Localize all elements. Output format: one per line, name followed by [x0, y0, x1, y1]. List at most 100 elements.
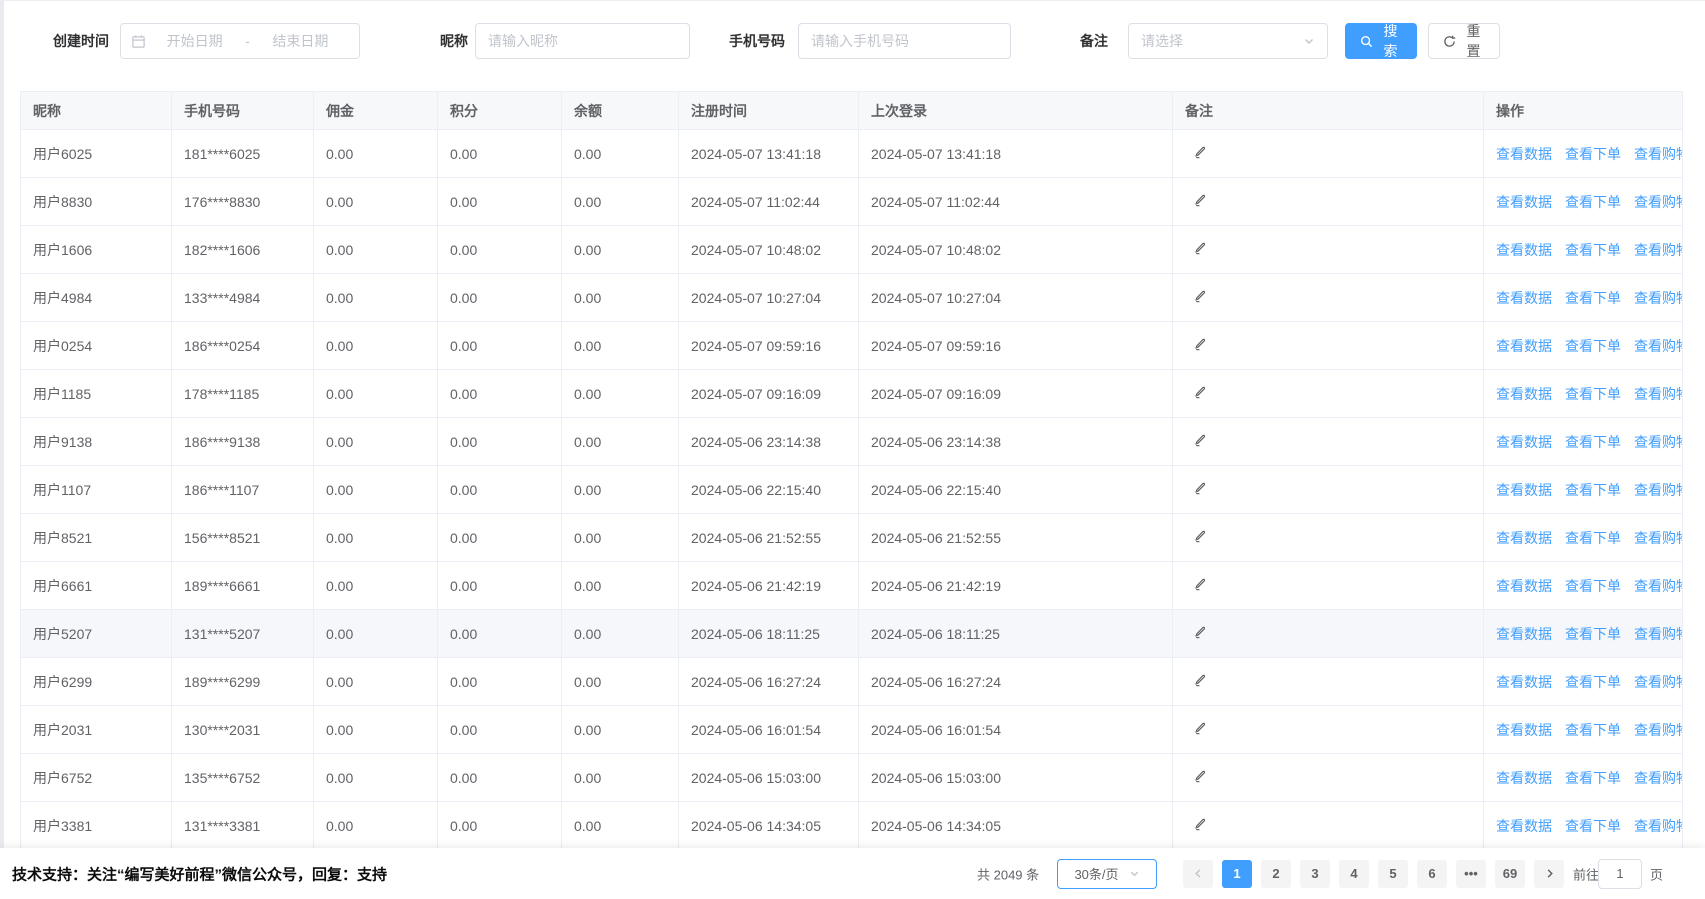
view-data-link[interactable]: 查看数据	[1496, 386, 1552, 402]
goto-page-input[interactable]	[1598, 859, 1642, 889]
left-scrollbar[interactable]	[0, 1, 4, 899]
remark-select[interactable]: 请选择	[1128, 23, 1328, 59]
page-button-1[interactable]: 1	[1222, 860, 1252, 888]
edit-remark-icon[interactable]	[1193, 529, 1207, 543]
page-button-2[interactable]: 2	[1261, 860, 1291, 888]
edit-remark-icon[interactable]	[1193, 193, 1207, 207]
view-order-link[interactable]: 查看下单	[1565, 674, 1621, 690]
view-order-link[interactable]: 查看下单	[1565, 722, 1621, 738]
view-cart-link[interactable]: 查看购物车	[1634, 722, 1683, 738]
edit-remark-icon[interactable]	[1193, 673, 1207, 687]
view-data-link[interactable]: 查看数据	[1496, 626, 1552, 642]
cell-phone: 131****5207	[172, 610, 314, 658]
view-data-link[interactable]: 查看数据	[1496, 530, 1552, 546]
page-button-69[interactable]: 69	[1495, 860, 1525, 888]
edit-remark-icon[interactable]	[1193, 481, 1207, 495]
view-cart-link[interactable]: 查看购物车	[1634, 530, 1683, 546]
view-cart-link[interactable]: 查看购物车	[1634, 386, 1683, 402]
view-data-link[interactable]: 查看数据	[1496, 578, 1552, 594]
view-order-link[interactable]: 查看下单	[1565, 290, 1621, 306]
cell-actions: 查看数据查看下单查看购物车	[1484, 802, 1683, 850]
view-cart-link[interactable]: 查看购物车	[1634, 482, 1683, 498]
view-data-link[interactable]: 查看数据	[1496, 338, 1552, 354]
column-header-actions: 操作	[1484, 92, 1683, 130]
page-size-select[interactable]: 30条/页	[1057, 859, 1157, 889]
view-order-link[interactable]: 查看下单	[1565, 578, 1621, 594]
cell-balance: 0.00	[562, 130, 679, 178]
search-button[interactable]: 搜索	[1345, 23, 1417, 59]
cell-nickname: 用户1185	[21, 370, 172, 418]
page-button-4[interactable]: 4	[1339, 860, 1369, 888]
cell-phone: 182****1606	[172, 226, 314, 274]
cell-phone: 131****3381	[172, 802, 314, 850]
view-order-link[interactable]: 查看下单	[1565, 818, 1621, 834]
column-header-last-login: 上次登录	[859, 92, 1173, 130]
cell-commission: 0.00	[314, 514, 438, 562]
cell-actions: 查看数据查看下单查看购物车	[1484, 418, 1683, 466]
cell-phone: 186****1107	[172, 466, 314, 514]
cell-remark	[1173, 130, 1484, 178]
table-header-row: 昵称 手机号码 佣金 积分 余额 注册时间 上次登录 备注 操作	[21, 92, 1683, 130]
edit-remark-icon[interactable]	[1193, 145, 1207, 159]
edit-remark-icon[interactable]	[1193, 289, 1207, 303]
edit-remark-icon[interactable]	[1193, 433, 1207, 447]
edit-remark-icon[interactable]	[1193, 337, 1207, 351]
cell-phone: 189****6661	[172, 562, 314, 610]
view-cart-link[interactable]: 查看购物车	[1634, 290, 1683, 306]
page-button-3[interactable]: 3	[1300, 860, 1330, 888]
phone-input[interactable]	[798, 23, 1011, 59]
view-order-link[interactable]: 查看下单	[1565, 770, 1621, 786]
view-data-link[interactable]: 查看数据	[1496, 482, 1552, 498]
view-cart-link[interactable]: 查看购物车	[1634, 578, 1683, 594]
view-data-link[interactable]: 查看数据	[1496, 290, 1552, 306]
cell-points: 0.00	[438, 466, 562, 514]
view-data-link[interactable]: 查看数据	[1496, 194, 1552, 210]
view-order-link[interactable]: 查看下单	[1565, 530, 1621, 546]
edit-remark-icon[interactable]	[1193, 385, 1207, 399]
view-order-link[interactable]: 查看下单	[1565, 626, 1621, 642]
cell-actions: 查看数据查看下单查看购物车	[1484, 562, 1683, 610]
view-cart-link[interactable]: 查看购物车	[1634, 194, 1683, 210]
page-button-6[interactable]: 6	[1417, 860, 1447, 888]
nickname-input[interactable]	[475, 23, 690, 59]
cell-last-login: 2024-05-07 09:59:16	[859, 322, 1173, 370]
view-data-link[interactable]: 查看数据	[1496, 146, 1552, 162]
view-order-link[interactable]: 查看下单	[1565, 338, 1621, 354]
view-order-link[interactable]: 查看下单	[1565, 482, 1621, 498]
view-data-link[interactable]: 查看数据	[1496, 770, 1552, 786]
edit-remark-icon[interactable]	[1193, 625, 1207, 639]
page-more-button[interactable]: •••	[1456, 860, 1486, 888]
reset-button[interactable]: 重置	[1428, 23, 1500, 59]
view-order-link[interactable]: 查看下单	[1565, 386, 1621, 402]
edit-remark-icon[interactable]	[1193, 817, 1207, 831]
edit-remark-icon[interactable]	[1193, 769, 1207, 783]
view-cart-link[interactable]: 查看购物车	[1634, 146, 1683, 162]
edit-remark-icon[interactable]	[1193, 577, 1207, 591]
view-order-link[interactable]: 查看下单	[1565, 242, 1621, 258]
view-cart-link[interactable]: 查看购物车	[1634, 434, 1683, 450]
view-cart-link[interactable]: 查看购物车	[1634, 674, 1683, 690]
view-data-link[interactable]: 查看数据	[1496, 434, 1552, 450]
view-cart-link[interactable]: 查看购物车	[1634, 818, 1683, 834]
view-order-link[interactable]: 查看下单	[1565, 194, 1621, 210]
view-data-link[interactable]: 查看数据	[1496, 242, 1552, 258]
edit-remark-icon[interactable]	[1193, 241, 1207, 255]
view-data-link[interactable]: 查看数据	[1496, 818, 1552, 834]
view-cart-link[interactable]: 查看购物车	[1634, 242, 1683, 258]
page-button-5[interactable]: 5	[1378, 860, 1408, 888]
prev-page-button[interactable]	[1183, 860, 1213, 888]
view-cart-link[interactable]: 查看购物车	[1634, 770, 1683, 786]
create-time-range-picker[interactable]: 开始日期 - 结束日期	[120, 23, 360, 59]
view-data-link[interactable]: 查看数据	[1496, 722, 1552, 738]
next-page-button[interactable]	[1534, 860, 1564, 888]
edit-remark-icon[interactable]	[1193, 721, 1207, 735]
view-cart-link[interactable]: 查看购物车	[1634, 626, 1683, 642]
view-order-link[interactable]: 查看下单	[1565, 146, 1621, 162]
view-cart-link[interactable]: 查看购物车	[1634, 338, 1683, 354]
cell-balance: 0.00	[562, 706, 679, 754]
cell-remark	[1173, 466, 1484, 514]
view-order-link[interactable]: 查看下单	[1565, 434, 1621, 450]
cell-remark	[1173, 226, 1484, 274]
view-data-link[interactable]: 查看数据	[1496, 674, 1552, 690]
end-date-placeholder: 结束日期	[252, 31, 349, 51]
